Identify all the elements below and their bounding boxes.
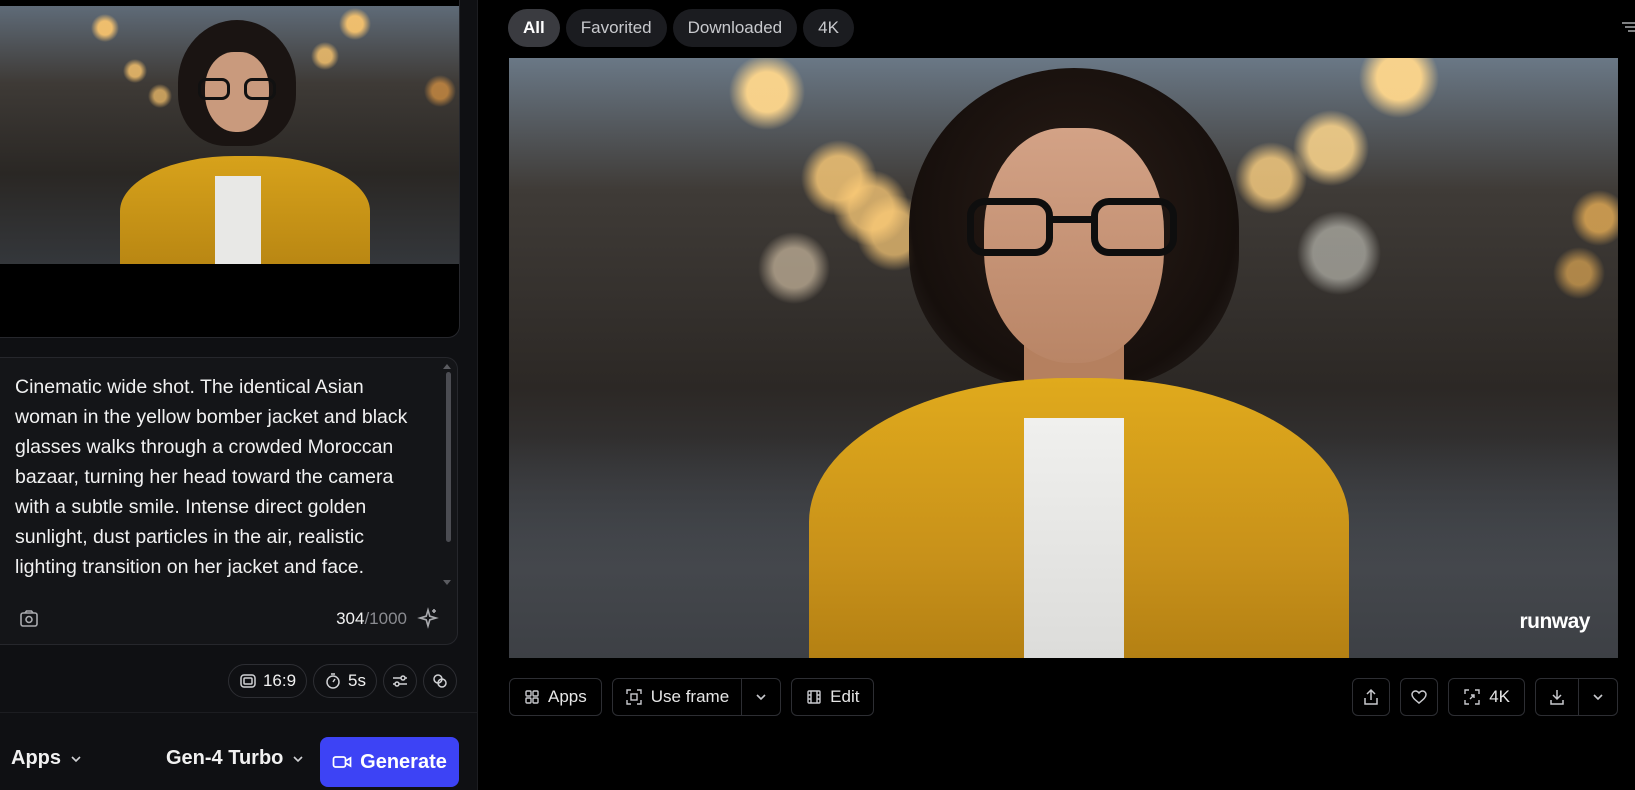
upscale-4k-label: 4K [1489, 687, 1510, 706]
generate-button[interactable]: Generate [320, 737, 459, 787]
asset-actions-left: Apps Use frame Edit [509, 678, 875, 716]
duration-label: 5s [348, 671, 366, 690]
apps-dropdown[interactable]: Apps [11, 747, 83, 770]
character-count: 304/1000 [336, 609, 407, 628]
grid-icon [524, 689, 540, 705]
share-button[interactable] [1352, 678, 1391, 716]
use-frame-button[interactable]: Use frame [613, 679, 741, 715]
tab-4k[interactable]: 4K [803, 9, 854, 47]
heart-icon [1410, 688, 1428, 706]
use-frame-group: Use frame [611, 678, 782, 716]
chevron-down-icon [69, 752, 83, 766]
frame-icon [625, 688, 643, 706]
tab-downloaded[interactable]: Downloaded [672, 9, 798, 47]
share-icon [1362, 688, 1380, 706]
upscale-4k-button[interactable]: 4K [1448, 678, 1525, 716]
bottom-bar: Apps Gen-4 Turbo Generate [0, 712, 478, 790]
apps-button-label: Apps [548, 687, 587, 706]
timer-icon [324, 672, 342, 690]
film-icon [806, 689, 822, 705]
model-dropdown[interactable]: Gen-4 Turbo [166, 747, 305, 770]
download-button[interactable] [1536, 679, 1578, 715]
prompt-textarea[interactable]: Cinematic wide shot. The identical Asian… [15, 372, 420, 582]
generated-video-preview[interactable]: runway [509, 58, 1618, 658]
link-button[interactable] [423, 664, 457, 698]
scroll-up-arrow[interactable] [443, 364, 451, 369]
generate-button-label: Generate [360, 750, 447, 773]
download-menu-button[interactable] [1578, 679, 1617, 715]
video-subject [779, 58, 1379, 658]
use-frame-menu-button[interactable] [741, 679, 780, 715]
edit-button-label: Edit [830, 687, 860, 706]
runway-watermark: runway [1519, 610, 1590, 633]
reference-image[interactable] [0, 6, 459, 264]
reference-image-subject [120, 16, 370, 264]
video-camera-icon [332, 754, 352, 770]
download-icon [1548, 688, 1566, 706]
chevron-down-icon [754, 690, 768, 704]
chevron-down-icon [1591, 690, 1605, 704]
asset-actions-right: 4K [1352, 678, 1618, 716]
download-group [1535, 678, 1618, 716]
right-panel: All Favorited Downloaded 4K runway Apps [478, 0, 1635, 790]
use-frame-label: Use frame [650, 687, 730, 706]
duration-button[interactable]: 5s [313, 664, 377, 698]
scroll-down-arrow[interactable] [443, 580, 451, 585]
apps-button[interactable]: Apps [509, 678, 602, 716]
image-reference-icon[interactable] [18, 608, 40, 630]
sliders-icon [391, 672, 409, 690]
upscale-icon [1463, 688, 1481, 706]
favorite-button[interactable] [1400, 678, 1439, 716]
reference-image-card[interactable] [0, 0, 460, 338]
link-icon [431, 672, 449, 690]
left-panel: Cinematic wide shot. The identical Asian… [0, 0, 478, 790]
generation-options: 16:9 5s [227, 664, 457, 698]
filter-tabs: All Favorited Downloaded 4K [508, 9, 854, 47]
aspect-ratio-label: 16:9 [262, 671, 297, 690]
tab-all[interactable]: All [508, 9, 560, 47]
aspect-ratio-button[interactable]: 16:9 [227, 664, 308, 698]
sparkle-icon[interactable] [417, 607, 439, 629]
model-dropdown-label: Gen-4 Turbo [166, 747, 284, 769]
tab-favorited[interactable]: Favorited [565, 9, 667, 47]
sort-icon[interactable] [1621, 20, 1635, 34]
settings-button[interactable] [383, 664, 417, 698]
edit-button[interactable]: Edit [791, 678, 875, 716]
apps-dropdown-label: Apps [11, 747, 61, 769]
prompt-box[interactable]: Cinematic wide shot. The identical Asian… [0, 357, 458, 645]
aspect-ratio-icon [239, 672, 257, 690]
prompt-scrollbar[interactable] [446, 372, 451, 542]
chevron-down-icon [291, 752, 305, 766]
